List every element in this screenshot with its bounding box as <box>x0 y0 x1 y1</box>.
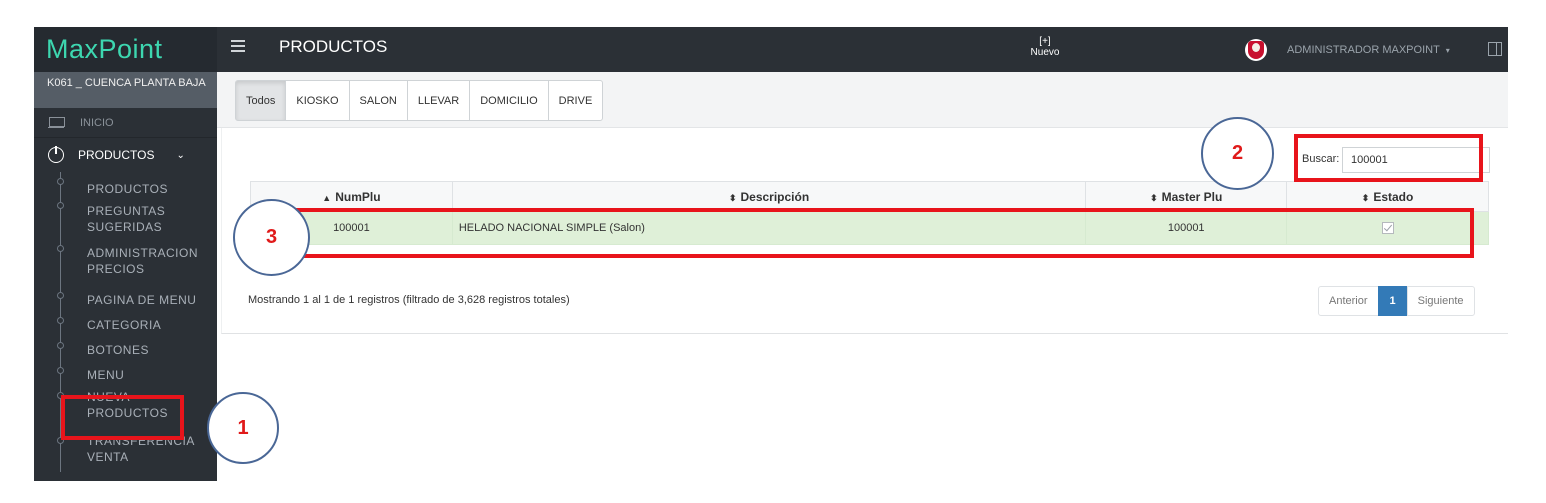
sidebar-item-inicio[interactable]: INICIO <box>34 108 217 138</box>
pagination-prev-button[interactable]: Anterior <box>1318 286 1379 316</box>
sidebar-item-label: INICIO <box>80 116 114 129</box>
annotation-box-2 <box>1294 134 1483 182</box>
tab-drive[interactable]: DRIVE <box>547 80 604 121</box>
topbar: PRODUCTOS [+] Nuevo ADMINISTRADOR MAXPOI… <box>217 27 1508 72</box>
tabs-bar: Todos KIOSKO SALON LLEVAR DOMICILIO DRIV… <box>217 72 1508 128</box>
sidebar-item-productos[interactable]: PRODUCTOS <box>57 172 217 196</box>
column-header-master-plu[interactable]: ⬍ Master Plu <box>1085 181 1288 212</box>
pagination-next-button[interactable]: Siguiente <box>1406 286 1475 316</box>
table-header-row: ▲ NumPlu ⬍ Descripción ⬍ Master Plu ⬍ Estado <box>250 181 1489 212</box>
sidebar-item-botones[interactable]: BOTONES <box>57 336 217 361</box>
sort-icon: ⬍ <box>1150 192 1158 203</box>
tab-salon[interactable]: SALON <box>348 80 408 121</box>
sidebar-item-menu[interactable]: MENU <box>57 361 217 386</box>
hamburger-menu-icon[interactable] <box>231 40 245 52</box>
annotation-box-3 <box>248 208 1474 258</box>
tab-todos[interactable]: Todos <box>235 80 287 121</box>
sidebar-group-productos[interactable]: PRODUCTOS ⌄ <box>34 138 217 172</box>
annotation-marker-2: 2 <box>1201 117 1274 190</box>
sidebar-item-pagina-de-menu[interactable]: PAGINA DE MENU <box>57 286 217 311</box>
chevron-down-icon: ⌄ <box>176 149 185 161</box>
tab-kiosko[interactable]: KIOSKO <box>285 80 350 121</box>
column-header-label: NumPlu <box>335 189 381 204</box>
column-header-descripcion[interactable]: ⬍ Descripción <box>451 181 1087 212</box>
brand-logo[interactable]: MaxPoint <box>34 27 217 72</box>
avatar[interactable] <box>1245 39 1267 61</box>
laptop-icon <box>48 117 65 128</box>
sidebar-item-preguntas-sugeridas[interactable]: PREGUNTAS SUGERIDAS <box>57 196 177 239</box>
column-header-label: Estado <box>1373 189 1414 204</box>
sidebar-group-label: PRODUCTOS <box>78 148 155 162</box>
power-icon <box>48 146 64 163</box>
page-title: PRODUCTOS <box>279 37 388 56</box>
new-button-label: Nuevo <box>1030 47 1060 58</box>
annotation-marker-3: 3 <box>233 199 310 276</box>
new-button[interactable]: [+] Nuevo <box>1025 36 1065 58</box>
sort-asc-icon: ▲ <box>322 192 332 203</box>
new-icon: [+] <box>1039 36 1051 47</box>
pagination: Anterior 1 Siguiente <box>1318 286 1475 316</box>
user-menu[interactable]: ADMINISTRADOR MAXPOINT ▾ <box>1287 44 1450 56</box>
store-name: K061 _ CUENCA PLANTA BAJA <box>34 72 217 108</box>
sort-icon: ⬍ <box>1361 192 1370 203</box>
column-header-label: Master Plu <box>1161 189 1223 204</box>
table-info: Mostrando 1 al 1 de 1 registros (filtrad… <box>248 294 570 306</box>
panel-toggle-icon[interactable] <box>1488 42 1502 56</box>
tab-domicilio[interactable]: DOMICILIO <box>469 80 549 121</box>
annotation-box-1 <box>61 395 184 440</box>
sort-icon: ⬍ <box>728 192 737 203</box>
column-header-label: Descripción <box>740 189 810 204</box>
caret-down-icon: ▾ <box>1445 46 1450 55</box>
tab-llevar[interactable]: LLEVAR <box>406 80 471 121</box>
pagination-page-1[interactable]: 1 <box>1377 286 1408 316</box>
sidebar-item-categoria[interactable]: CATEGORIA <box>57 311 217 336</box>
annotation-marker-1: 1 <box>207 392 279 464</box>
sidebar-item-administracion-precios[interactable]: ADMINISTRACION PRECIOS <box>57 239 198 286</box>
user-name-label: ADMINISTRADOR MAXPOINT <box>1287 44 1440 56</box>
channel-filter-group: Todos KIOSKO SALON LLEVAR DOMICILIO DRIV… <box>235 80 604 121</box>
column-header-estado[interactable]: ⬍ Estado <box>1286 181 1489 212</box>
